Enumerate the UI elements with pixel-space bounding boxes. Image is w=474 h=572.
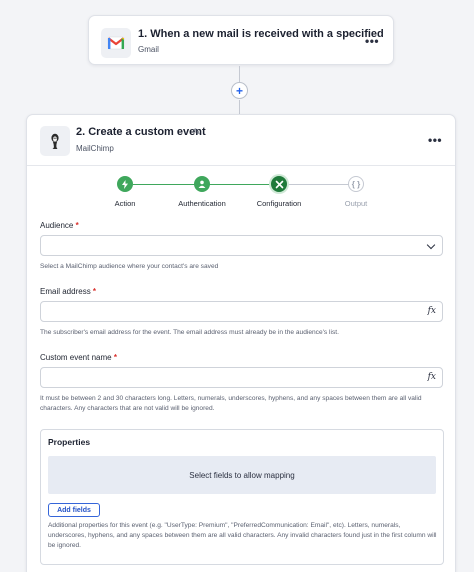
audience-select[interactable] — [40, 235, 443, 256]
pencil-icon[interactable]: ✎ — [193, 127, 201, 138]
email-field[interactable]: fx — [40, 301, 443, 322]
step-label: Authentication — [178, 199, 226, 208]
connector-line — [239, 100, 240, 114]
braces-icon: { } — [348, 176, 364, 192]
plus-icon: + — [235, 83, 243, 98]
action-title: 2. Create a custom event — [76, 126, 206, 138]
fx-icon[interactable]: fx — [428, 372, 436, 382]
email-label: Email address * — [40, 287, 97, 296]
more-options-icon[interactable]: ••• — [428, 134, 442, 146]
step-configuration[interactable]: Configuration — [244, 176, 314, 208]
step-label: Configuration — [256, 199, 302, 208]
step-label: Output — [344, 199, 368, 208]
step-label: Action — [114, 199, 136, 208]
required-mark: * — [113, 353, 117, 362]
action-app-name: MailChimp — [76, 144, 114, 153]
add-step-button[interactable]: + — [231, 82, 248, 99]
event-name-label: Custom event name * — [40, 353, 117, 362]
trigger-title: 1. When a new mail is received with a sp… — [138, 28, 384, 40]
trigger-step-card[interactable]: 1. When a new mail is received with a sp… — [88, 15, 394, 65]
gmail-icon — [101, 28, 131, 58]
properties-title: Properties — [48, 437, 91, 447]
properties-section: Properties Select fields to allow mappin… — [40, 429, 444, 565]
audience-help: Select a MailChimp audience where your c… — [40, 263, 219, 270]
action-step-card: 2. Create a custom event ✎ MailChimp •••… — [26, 114, 456, 572]
trigger-app-name: Gmail — [138, 45, 159, 54]
audience-label: Audience * — [40, 221, 79, 230]
tools-icon — [271, 176, 287, 192]
mailchimp-icon — [40, 126, 70, 156]
step-authentication[interactable]: Authentication — [167, 176, 237, 208]
required-mark: * — [92, 287, 97, 296]
add-fields-button[interactable]: Add fields — [48, 503, 100, 517]
connector-line — [239, 66, 240, 82]
user-icon — [194, 176, 210, 192]
more-options-icon[interactable]: ••• — [365, 35, 379, 47]
step-output[interactable]: { } Output — [321, 176, 391, 208]
required-mark: * — [75, 221, 79, 230]
lightning-icon — [117, 176, 133, 192]
properties-help: Additional properties for this event (e.… — [48, 522, 437, 549]
fx-icon[interactable]: fx — [428, 306, 436, 316]
chevron-down-icon — [426, 240, 436, 250]
mapping-drop-zone[interactable]: Select fields to allow mapping — [48, 456, 436, 494]
event-name-field[interactable]: fx — [40, 367, 443, 388]
email-help: The subscriber's email address for the e… — [40, 329, 339, 336]
card-divider — [27, 165, 455, 166]
event-name-help: It must be between 2 and 30 characters l… — [40, 395, 422, 412]
drop-zone-text: Select fields to allow mapping — [189, 470, 295, 480]
step-action[interactable]: Action — [90, 176, 160, 208]
